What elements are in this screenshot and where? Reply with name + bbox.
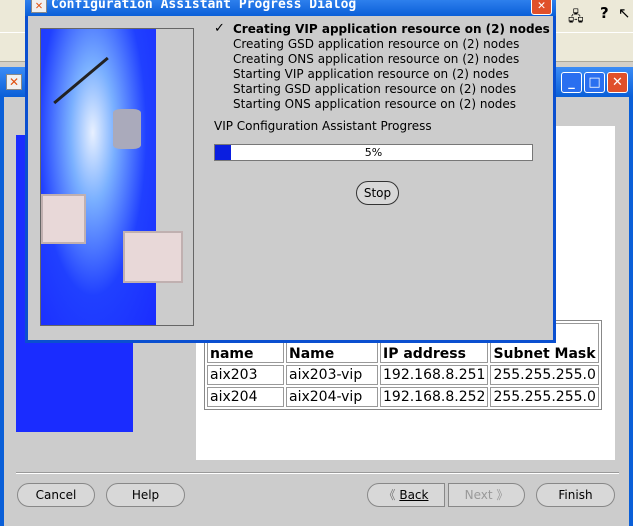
dialog-title: Configuration Assistant Progress Dialog <box>51 0 357 12</box>
chevron-left-icon: 《 <box>383 488 396 502</box>
task-item: Creating GSD application resource on (2)… <box>233 37 520 51</box>
progress-percent: 5% <box>364 146 383 159</box>
task-item: Creating ONS application resource on (2)… <box>233 52 520 66</box>
task-item: Starting GSD application resource on (2)… <box>233 82 517 96</box>
stop-button[interactable]: Stop <box>356 181 399 205</box>
next-button[interactable]: Next 》 <box>448 483 525 507</box>
maximize-button[interactable]: □ <box>584 72 605 93</box>
computer-icon <box>123 231 183 283</box>
pointer-icon[interactable]: ↖ <box>618 4 631 22</box>
app-icon: ✕ <box>6 74 22 90</box>
table-cell: aix203 <box>207 365 284 385</box>
table-row: aix204 aix204-vip 192.168.8.252 255.255.… <box>207 387 599 407</box>
network-icon[interactable]: 🖧 <box>568 6 584 30</box>
finish-button[interactable]: Finish <box>536 483 615 507</box>
table-cell: 192.168.8.252 <box>380 387 489 407</box>
help-button[interactable]: Help <box>106 483 185 507</box>
progress-dialog: ✕ Configuration Assistant Progress Dialo… <box>25 0 556 343</box>
table-cell: 255.255.255.0 <box>490 387 599 407</box>
progress-bar: 5% <box>214 144 533 161</box>
task-item: Starting VIP application resource on (2)… <box>233 67 509 81</box>
table-cell: aix203-vip <box>286 365 378 385</box>
table-cell: 192.168.8.251 <box>380 365 489 385</box>
in-progress-icon: ✓ <box>214 21 225 36</box>
divider <box>16 472 619 474</box>
back-button[interactable]: 《 Back <box>367 483 445 507</box>
database-icon <box>113 109 141 149</box>
close-button[interactable]: ✕ <box>531 0 552 15</box>
cancel-button[interactable]: Cancel <box>17 483 95 507</box>
progress-illustration <box>40 28 194 326</box>
task-item: Starting ONS application resource on (2)… <box>233 97 517 111</box>
close-button[interactable]: ✕ <box>607 72 628 93</box>
table-cell: aix204 <box>207 387 284 407</box>
task-item: Creating VIP application resource on (2)… <box>233 22 550 36</box>
table-cell: 255.255.255.0 <box>490 365 599 385</box>
computer-icon <box>41 194 86 244</box>
chevron-right-icon: 》 <box>496 488 509 502</box>
table-row: aix203 aix203-vip 192.168.8.251 255.255.… <box>207 365 599 385</box>
table-cell: aix204-vip <box>286 387 378 407</box>
minimize-button[interactable]: _ <box>561 72 582 93</box>
dialog-title-bar: ✕ Configuration Assistant Progress Dialo… <box>25 0 556 16</box>
help-icon[interactable]: ? <box>600 4 609 22</box>
app-icon: ✕ <box>31 0 47 13</box>
progress-label: VIP Configuration Assistant Progress <box>214 119 432 133</box>
